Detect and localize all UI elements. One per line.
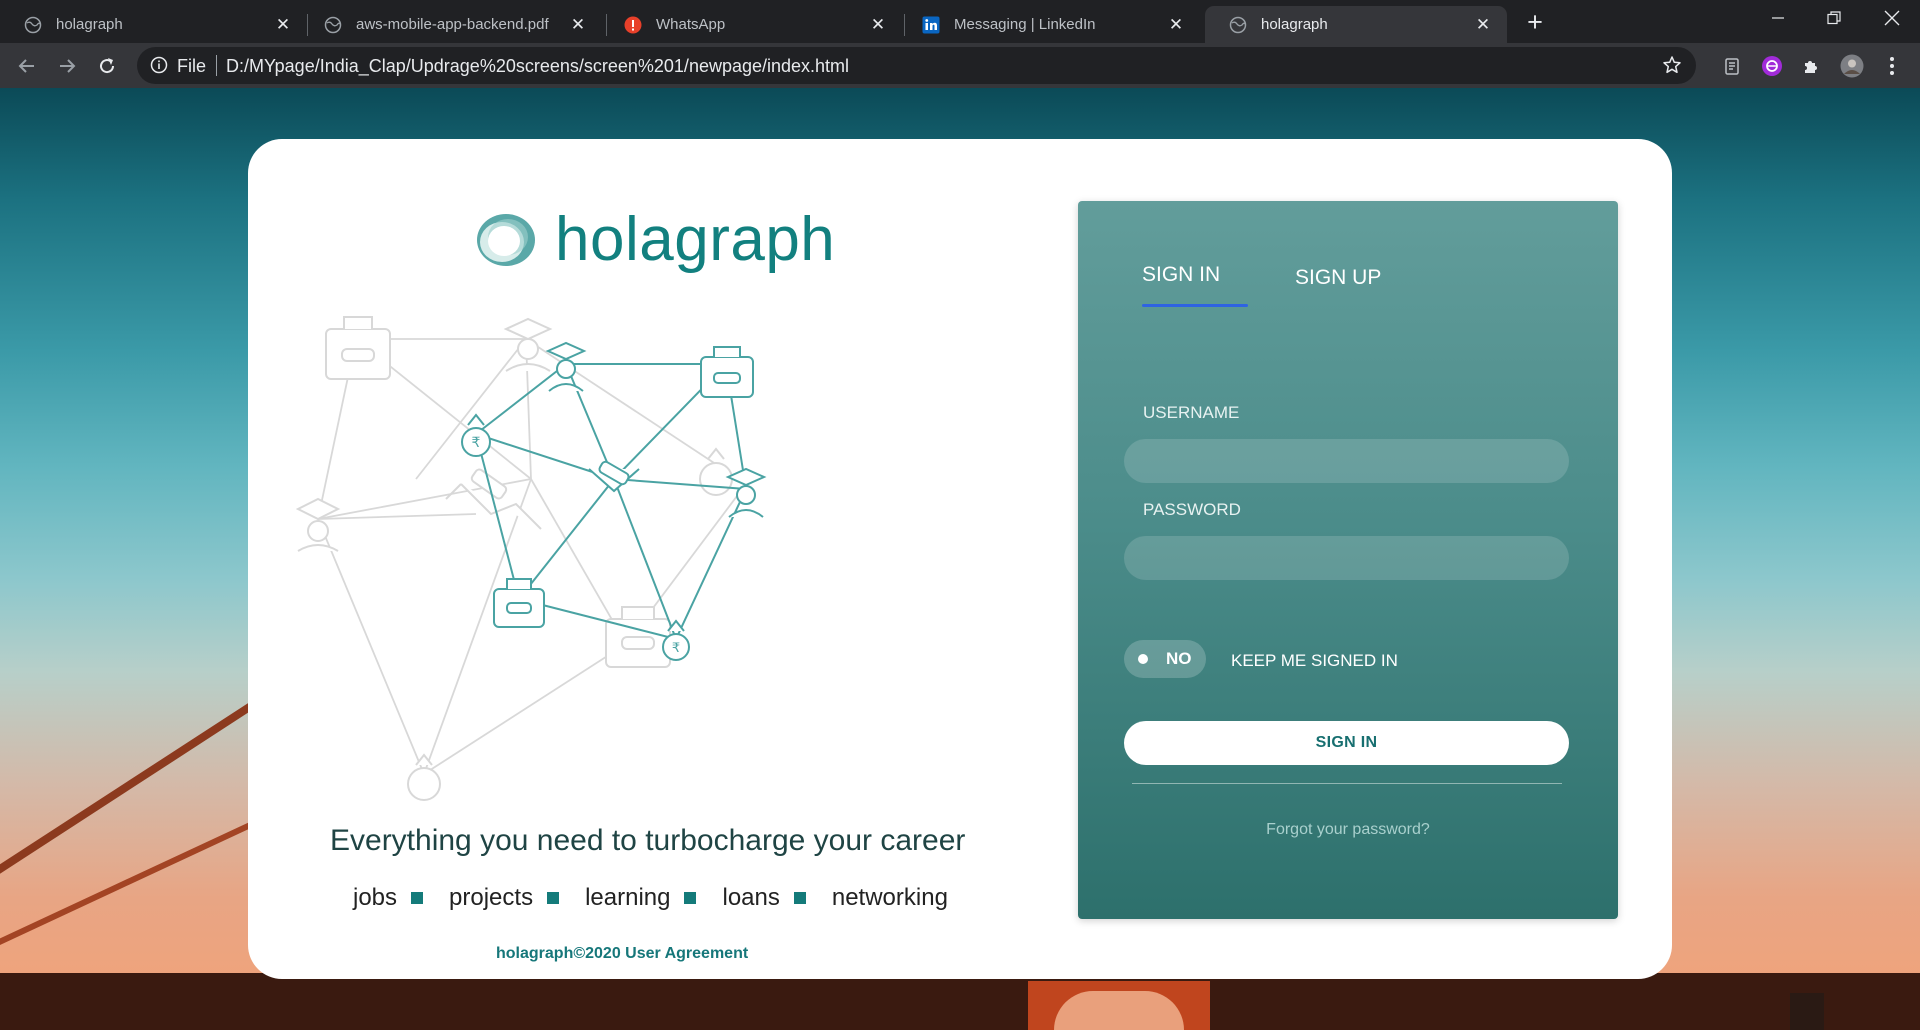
tab-title: WhatsApp (656, 16, 726, 33)
tab-title: aws-mobile-app-backend.pdf (356, 16, 549, 33)
tab-close-icon[interactable]: ✕ (1166, 15, 1186, 35)
browser-toolbar: File D:/MYpage/India_Clap/Updrage%20scre… (0, 43, 1920, 88)
auth-panel: SIGN IN SIGN UP USERNAME PASSWORD NO KEE… (1078, 201, 1618, 919)
tab-title: holagraph (56, 16, 123, 33)
feature-jobs: jobs (353, 884, 398, 911)
reading-list-icon[interactable] (1720, 54, 1744, 78)
password-field[interactable] (1124, 536, 1569, 580)
feature-networking: networking (831, 884, 948, 911)
feature-loans: loans (722, 884, 780, 911)
new-tab-icon[interactable]: + (1520, 8, 1550, 38)
holagraph-logo-icon (477, 213, 535, 266)
tab-whatsapp[interactable]: WhatsApp ✕ (600, 6, 902, 43)
login-card: holagraph ₹ ₹ Everything you need to tur… (248, 139, 1672, 979)
profile-avatar-icon[interactable] (1840, 54, 1864, 78)
tagline: Everything you need to turbocharge your … (330, 824, 966, 857)
feature-projects: projects (449, 884, 534, 911)
feature-list: jobs projects learning loans networking (353, 884, 948, 912)
feature-learning: learning (585, 884, 671, 911)
site-info-icon[interactable] (150, 56, 168, 79)
back-icon[interactable] (11, 50, 43, 82)
toggle-state-label: NO (1166, 649, 1192, 668)
globe-icon (24, 16, 42, 34)
career-network-illustration: ₹ ₹ (296, 316, 767, 801)
forward-icon[interactable] (51, 50, 83, 82)
svg-text:₹: ₹ (472, 434, 481, 450)
tab-close-icon[interactable]: ✕ (1473, 15, 1493, 35)
bridge-tower (1028, 981, 1210, 1030)
globe-icon (1229, 16, 1247, 34)
panel-divider (1132, 783, 1562, 784)
svg-text:₹: ₹ (672, 640, 680, 655)
tab-linkedin[interactable]: Messaging | LinkedIn ✕ (898, 6, 1200, 43)
tab-close-icon[interactable]: ✕ (868, 15, 888, 35)
tab-close-icon[interactable]: ✕ (273, 15, 293, 35)
square-bullet-icon (684, 892, 697, 904)
toggle-knob (1138, 654, 1148, 664)
tab-close-icon[interactable]: ✕ (568, 15, 588, 35)
tab-holagraph-active[interactable]: holagraph ✕ (1205, 6, 1507, 43)
username-label: USERNAME (1143, 403, 1240, 422)
address-bar[interactable]: File D:/MYpage/India_Clap/Updrage%20scre… (137, 47, 1696, 84)
sign-in-button[interactable]: SIGN IN (1124, 721, 1569, 765)
page-background: holagraph ₹ ₹ Everything you need to tur… (0, 88, 1920, 1030)
user-agreement-link[interactable]: holagraph©2020 User Agreement (496, 945, 748, 963)
address-divider (216, 55, 217, 76)
square-bullet-icon (547, 892, 560, 904)
whatsapp-alert-icon (624, 16, 642, 34)
square-bullet-icon (411, 892, 424, 904)
linkedin-icon (922, 16, 940, 34)
password-label: PASSWORD (1143, 500, 1241, 519)
brand-name: holagraph (555, 205, 836, 274)
browser-tab-strip: holagraph ✕ aws-mobile-app-backend.pdf ✕… (0, 0, 1920, 43)
restore-icon[interactable] (1806, 0, 1862, 36)
forgot-password-link[interactable]: Forgot your password? (1078, 821, 1618, 839)
globe-icon (324, 16, 342, 34)
bridge-post (1790, 993, 1824, 1030)
square-bullet-icon (793, 892, 806, 904)
keep-signed-in-label: KEEP ME SIGNED IN (1231, 651, 1398, 670)
extension-purple-icon[interactable] (1760, 54, 1784, 78)
minimize-icon[interactable] (1750, 0, 1806, 36)
bridge-deck (0, 973, 1920, 1030)
reload-icon[interactable] (91, 50, 123, 82)
tab-holagraph-1[interactable]: holagraph ✕ (0, 6, 307, 43)
close-window-icon[interactable] (1864, 0, 1920, 36)
tab-title: holagraph (1261, 16, 1328, 33)
tab-title: Messaging | LinkedIn (954, 16, 1096, 33)
brand-logo[interactable]: holagraph (473, 204, 835, 275)
menu-kebab-icon[interactable] (1880, 54, 1904, 78)
url-text[interactable]: D:/MYpage/India_Clap/Updrage%20screens/s… (226, 56, 849, 77)
tab-sign-up[interactable]: SIGN UP (1295, 266, 1381, 290)
tab-aws-pdf[interactable]: aws-mobile-app-backend.pdf ✕ (300, 6, 602, 43)
url-scheme-label: File (177, 56, 207, 76)
username-field[interactable] (1124, 439, 1569, 483)
tab-sign-in[interactable]: SIGN IN (1142, 263, 1220, 287)
bookmark-star-icon[interactable] (1662, 55, 1682, 80)
bridge-cable (0, 682, 285, 886)
keep-signed-in-toggle[interactable]: NO (1124, 640, 1206, 678)
extensions-puzzle-icon[interactable] (1800, 54, 1824, 78)
active-tab-indicator (1142, 304, 1248, 307)
